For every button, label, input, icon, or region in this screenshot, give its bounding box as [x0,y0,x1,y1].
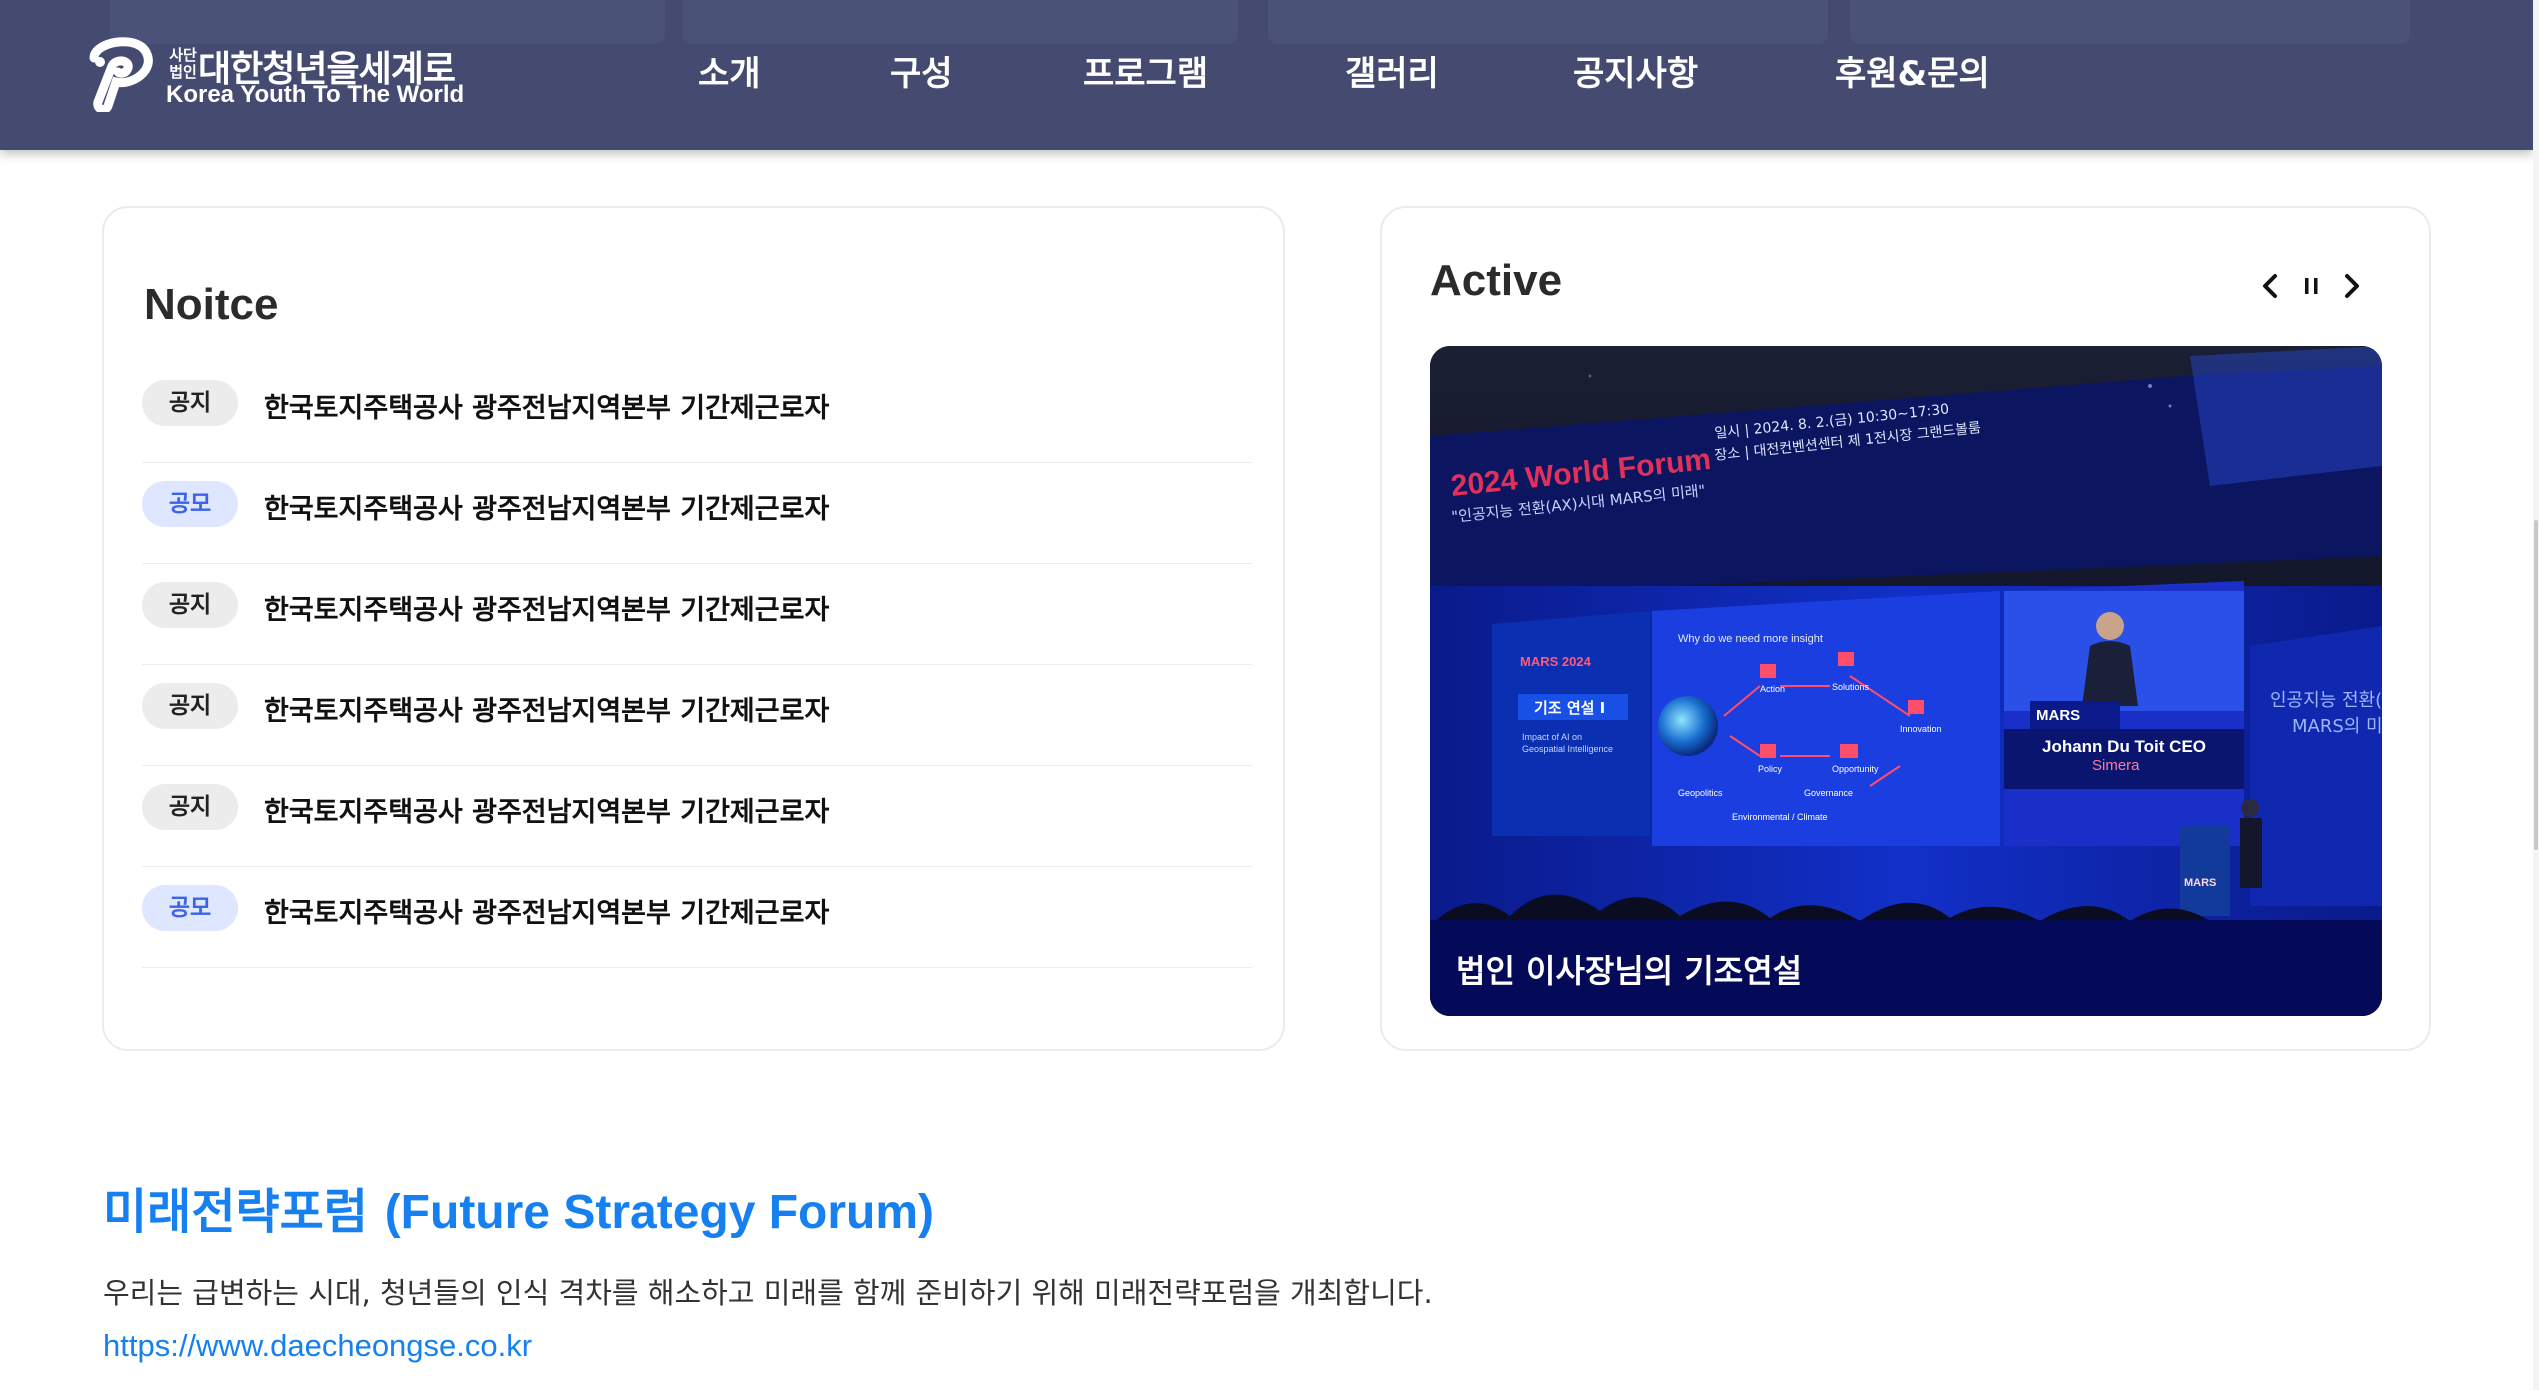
nav-item-notice[interactable]: 공지사항 [1573,46,1698,95]
keynote-stage-photo: 2024 World Forum "인공지능 전환(AX)시대 MARS의 미래… [1430,346,2382,1016]
site-header: 사단 법인 대한청년을세계로 Korea Youth To The World 소… [0,0,2533,150]
globe-graphic [1658,696,1718,756]
logo-corp-label: 사단 법인 [169,46,197,81]
svg-text:Solutions: Solutions [1832,682,1870,692]
logo-mark-icon [89,37,153,112]
notice-tag-badge: 공지 [142,784,238,830]
slide-caption[interactable]: 법인 이사장님의 기조연설 [1456,946,1802,992]
forum-website-link[interactable]: https://www.daecheongse.co.kr [103,1328,532,1364]
nav-item-structure[interactable]: 구성 [890,46,953,95]
nav-item-program[interactable]: 프로그램 [1083,46,1208,95]
nav-item-gallery[interactable]: 갤러리 [1345,46,1439,95]
slide-caption-bar: 법인 이사장님의 기조연설 [1430,920,2382,1016]
forum-title: 미래전략포럼 (Future Strategy Forum) [103,1172,934,1242]
notice-tag-badge: 공지 [142,683,238,729]
notice-card: Noitce 공지 한국토지주택공사 광주전남지역본부 기간제근로자 공모 한국… [102,206,1285,1051]
header-shadow-block [1850,0,2410,44]
pause-icon[interactable] [2293,266,2329,306]
right-screen-company: Simera [2092,757,2140,774]
notice-item-title[interactable]: 한국토지주택공사 광주전남지역본부 기간제근로자 [264,790,829,829]
svg-text:Geospatial Intelligence: Geospatial Intelligence [1522,744,1613,754]
notice-tag-badge: 공지 [142,380,238,426]
notice-item[interactable]: 공지 한국토지주택공사 광주전남지역본부 기간제근로자 [142,362,1252,463]
notice-tag-badge: 공모 [142,481,238,527]
nav-item-intro[interactable]: 소개 [698,46,761,95]
notice-list: 공지 한국토지주택공사 광주전남지역본부 기간제근로자 공모 한국토지주택공사 … [142,362,1252,968]
notice-tag-badge: 공지 [142,582,238,628]
svg-text:Action: Action [1760,684,1785,694]
active-title: Active [1430,256,1563,305]
left-screen-title: 기조 연설 I [1534,699,1605,717]
right-screen-event: MARS [2036,707,2080,724]
slide-photo[interactable]: 2024 World Forum "인공지능 전환(AX)시대 MARS의 미래… [1430,346,2382,1016]
svg-text:Governance: Governance [1804,788,1853,798]
site-logo[interactable]: 사단 법인 대한청년을세계로 Korea Youth To The World [86,36,476,116]
active-card: Active 2024 World Forum "인공지능 전환(AX)시대 M… [1380,206,2431,1051]
notice-item-title[interactable]: 한국토지주택공사 광주전남지역본부 기간제근로자 [264,386,829,425]
forum-description: 우리는 급변하는 시대, 청년들의 인식 격차를 해소하고 미래를 함께 준비하… [103,1276,1433,1310]
svg-text:Opportunity: Opportunity [1832,764,1879,774]
svg-text:Policy: Policy [1758,764,1783,774]
svg-text:Geopolitics: Geopolitics [1678,788,1723,798]
left-screen-event: MARS 2024 [1520,654,1592,669]
notice-item-title[interactable]: 한국토지주택공사 광주전남지역본부 기간제근로자 [264,588,829,627]
center-screen-title: Why do we need more insight [1678,633,1823,645]
svg-text:MARS: MARS [2184,877,2216,889]
nav-item-support[interactable]: 후원&문의 [1835,46,1990,95]
notice-item[interactable]: 공모 한국토지주택공사 광주전남지역본부 기간제근로자 [142,463,1252,564]
scrollbar-thumb[interactable] [2534,520,2538,850]
forum-title-english: (Future Strategy Forum) [384,1186,935,1239]
right-screen-speaker: Johann Du Toit CEO [2042,737,2206,756]
notice-item[interactable]: 공지 한국토지주택공사 광주전남지역본부 기간제근로자 [142,766,1252,867]
logo-english-name: Korea Youth To The World [166,81,465,108]
notice-title: Noitce [144,280,279,329]
svg-text:Environmental / Climate: Environmental / Climate [1732,812,1828,822]
notice-item-title[interactable]: 한국토지주택공사 광주전남지역본부 기간제근로자 [264,487,829,526]
notice-item[interactable]: 공모 한국토지주택공사 광주전남지역본부 기간제근로자 [142,867,1252,968]
page-scrollbar[interactable] [2533,0,2539,1390]
notice-item[interactable]: 공지 한국토지주택공사 광주전남지역본부 기간제근로자 [142,665,1252,766]
header-shadow-block [683,0,1238,44]
header-shadow-block [1268,0,1828,44]
notice-item-title[interactable]: 한국토지주택공사 광주전남지역본부 기간제근로자 [264,891,829,930]
slider-controls [2253,266,2373,306]
notice-item[interactable]: 공지 한국토지주택공사 광주전남지역본부 기간제근로자 [142,564,1252,665]
svg-text:MARS의 미: MARS의 미 [2292,716,2382,737]
forum-title-korean: 미래전략포럼 [103,1184,368,1240]
notice-tag-badge: 공모 [142,885,238,931]
next-icon[interactable] [2333,266,2369,306]
notice-item-title[interactable]: 한국토지주택공사 광주전남지역본부 기간제근로자 [264,689,829,728]
left-screen-sub: Impact of AI on [1522,732,1582,742]
side-screen-text: 인공지능 전환(AX) [2270,690,2382,711]
prev-icon[interactable] [2253,266,2289,306]
svg-text:Innovation: Innovation [1900,724,1942,734]
